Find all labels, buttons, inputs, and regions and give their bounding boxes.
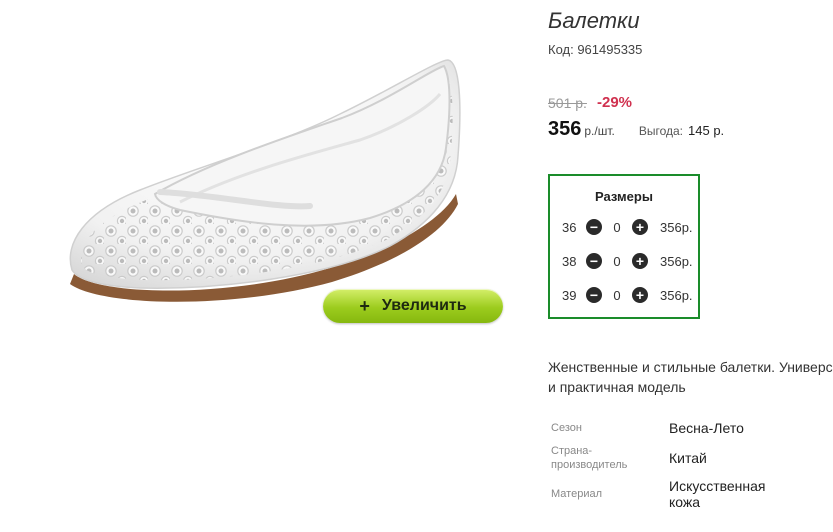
size-price: 356р. [660,219,693,235]
product-image[interactable] [60,44,480,304]
product-description: Женственные и стильные балетки. Универс … [548,357,833,397]
property-value: Весна-Лето [669,420,744,436]
product-title: Балетки [548,8,640,33]
size-label: 38 [562,253,577,269]
old-price: 501 р. [548,95,587,111]
size-row: 36 − 0 + 356р. [562,218,693,236]
property-row: Сезон Весна-Лето [551,420,744,436]
size-row: 39 − 0 + 356р. [562,286,693,304]
saving-value: 145 р. [688,123,725,138]
size-quantity: 0 [613,253,621,269]
size-price: 356р. [660,287,693,303]
size-label: 36 [562,219,577,235]
property-row: Страна-производитель Китай [551,444,707,472]
property-label: Страна-производитель [551,445,628,471]
size-row: 38 − 0 + 356р. [562,252,693,270]
size-label: 39 [562,287,577,303]
plus-icon: + [359,295,370,316]
product-code: Код: 961495335 [548,42,643,57]
zoom-button-label: Увеличить [381,297,467,314]
plus-icon[interactable]: + [632,253,648,269]
saving-label: Выгода: [638,124,684,138]
size-price: 356р. [660,253,693,269]
property-value: Китай [669,450,707,466]
property-value: Искусственная кожа [669,478,766,510]
price-row: 356 р./шт. Выгода: 145 р. [548,118,724,141]
price-unit: р./шт. [584,124,615,138]
plus-icon[interactable]: + [632,287,648,303]
discount-badge: -29% [597,94,633,111]
zoom-button[interactable]: + Увеличить [323,289,503,323]
description-line: и практичная модель [548,379,686,395]
description-line: Женственные и стильные балетки. Универс [548,359,833,375]
minus-icon[interactable]: − [586,287,602,303]
minus-icon[interactable]: − [586,253,602,269]
current-price: 356 [548,118,582,140]
property-label: Сезон [551,422,582,434]
property-row: Материал Искусственная кожа [551,478,779,510]
minus-icon[interactable]: − [586,219,602,235]
size-quantity: 0 [613,287,621,303]
sizes-panel: Размеры 36 − 0 + 356р. 38 − 0 + 356р. 39… [548,174,700,319]
property-label: Материал [551,488,602,500]
plus-icon[interactable]: + [632,219,648,235]
size-quantity: 0 [613,219,621,235]
sizes-title: Размеры [595,189,653,204]
